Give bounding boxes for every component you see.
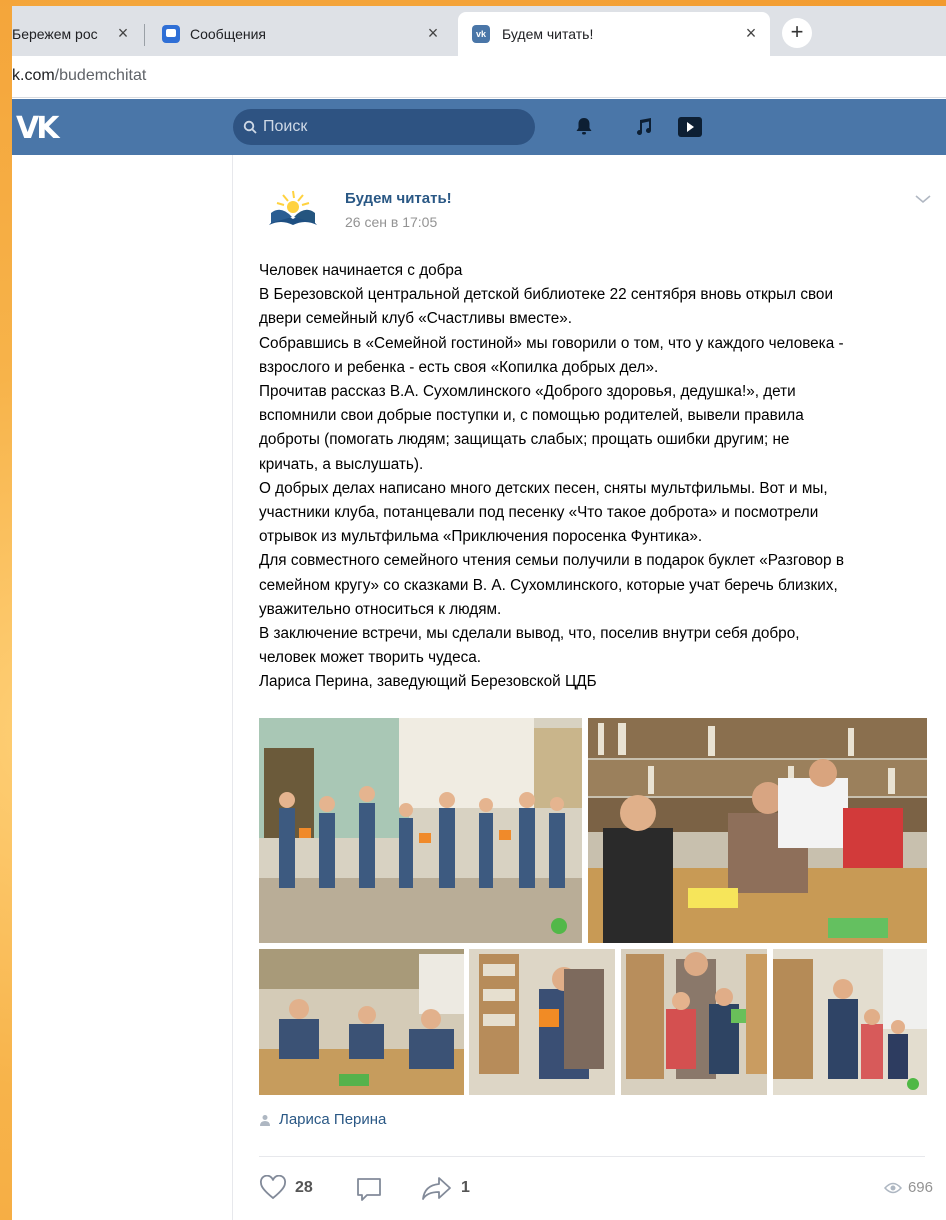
post-photo-5[interactable] [621, 949, 767, 1095]
tab-label: Бережем рос [12, 26, 98, 42]
tab-label: Будем читать! [502, 26, 594, 42]
close-icon[interactable]: × [742, 24, 760, 42]
chevron-down-icon[interactable] [914, 193, 932, 205]
address-bar[interactable]: k.com/budemchitat [12, 56, 946, 98]
tab-messages[interactable]: Сообщения × [152, 12, 452, 56]
vk-logo[interactable]: VK [16, 111, 60, 146]
post-text-line: В заключение встречи, мы сделали вывод, … [259, 625, 800, 643]
post-actions: 28 1 696 [259, 1175, 933, 1205]
tab-budem-chitat[interactable]: vk Будем читать! × [458, 12, 770, 56]
tab-berezhem[interactable]: Бережем рос × [12, 12, 142, 56]
views-counter: 696 [883, 1179, 933, 1196]
post-text-line: Прочитав рассказ В.А. Сухомлинского «Доб… [259, 383, 796, 401]
share-button[interactable]: 1 [421, 1175, 470, 1201]
share-count: 1 [461, 1179, 470, 1196]
like-count: 28 [295, 1179, 313, 1196]
vk-favicon-icon: vk [472, 25, 490, 43]
new-tab-button[interactable]: + [782, 18, 812, 48]
view-count: 696 [907, 1179, 933, 1196]
post-text-line: В Березовской центральной детской библио… [259, 286, 833, 304]
post-photo-1[interactable] [259, 718, 582, 943]
bell-icon[interactable] [572, 115, 596, 139]
post-text-line: кричать, а выслушать). [259, 455, 424, 473]
group-name[interactable]: Будем читать! [345, 190, 452, 207]
post-text-line: двери семейный клуб «Счастливы вместе». [259, 310, 573, 328]
video-play-icon[interactable] [674, 115, 704, 139]
post-text-line: Собравшись в «Семейной гостиной» мы гово… [259, 334, 844, 352]
messages-favicon-icon [162, 25, 180, 43]
search-icon [243, 120, 257, 134]
url-text[interactable]: k.com/budemchitat [12, 67, 146, 85]
post-photo-3[interactable] [259, 949, 464, 1095]
post-text-line: взрослого и ребенка - есть своя «Копилка… [259, 358, 659, 376]
tab-label: Сообщения [190, 26, 266, 42]
post-text-line: О добрых делах написано много детских пе… [259, 479, 828, 497]
tab-bar: Бережем рос × Сообщения × vk Будем читат… [12, 6, 946, 56]
author-name: Лариса Перина [279, 1111, 387, 1128]
music-icon[interactable] [632, 115, 656, 139]
post-text-line: уважительно относиться к людям. [259, 600, 502, 618]
actions-divider [259, 1156, 925, 1157]
close-icon[interactable]: × [424, 24, 442, 42]
post-author[interactable]: Лариса Перина [259, 1111, 386, 1128]
comment-icon [357, 1178, 381, 1201]
post-text-line: семейном кругу» со сказками В. А. Сухомл… [259, 576, 838, 594]
tab-separator [144, 24, 145, 46]
share-arrow-icon [422, 1177, 451, 1200]
close-icon[interactable]: × [114, 24, 132, 42]
search-placeholder: Поиск [263, 118, 308, 135]
post-text-line: Человек начинается с добра [259, 262, 463, 279]
post-text-line: вспомнили свои добрые поступки и, с помо… [259, 407, 804, 425]
url-path: /budemchitat [54, 67, 147, 84]
heart-icon [260, 1175, 286, 1200]
comment-button[interactable] [355, 1175, 391, 1203]
post-text-line: Для совместного семейного чтения семьи п… [259, 552, 844, 570]
post-photo-2[interactable] [588, 718, 927, 943]
group-avatar[interactable] [263, 185, 323, 229]
like-button[interactable]: 28 [259, 1175, 313, 1201]
post-date[interactable]: 26 сен в 17:05 [345, 214, 437, 230]
post-text-line: человек может творить чудеса. [259, 649, 482, 667]
post-text-line: доброты (помогать людям; защищать слабых… [259, 431, 790, 449]
wall-post: Будем читать! 26 сен в 17:05 Человек нач… [232, 155, 946, 1220]
post-text-line: Лариса Перина, заведующий Березовской ЦД… [259, 673, 597, 691]
vk-header: VK Поиск [12, 99, 946, 155]
person-icon [260, 1114, 270, 1126]
post-text-line: участники клуба, потанцевали под песенку… [259, 504, 819, 522]
post-text-line: отрывок из мультфильма «Приключения поро… [259, 528, 703, 546]
browser-window: Бережем рос × Сообщения × vk Будем читат… [12, 6, 946, 1220]
url-host: k.com [12, 67, 55, 84]
search-input[interactable]: Поиск [233, 109, 535, 145]
post-text: Человек начинается с добра В Березовской… [259, 259, 945, 695]
post-photo-4[interactable] [469, 949, 615, 1095]
post-photo-6[interactable] [773, 949, 927, 1095]
eye-icon [883, 1182, 902, 1193]
